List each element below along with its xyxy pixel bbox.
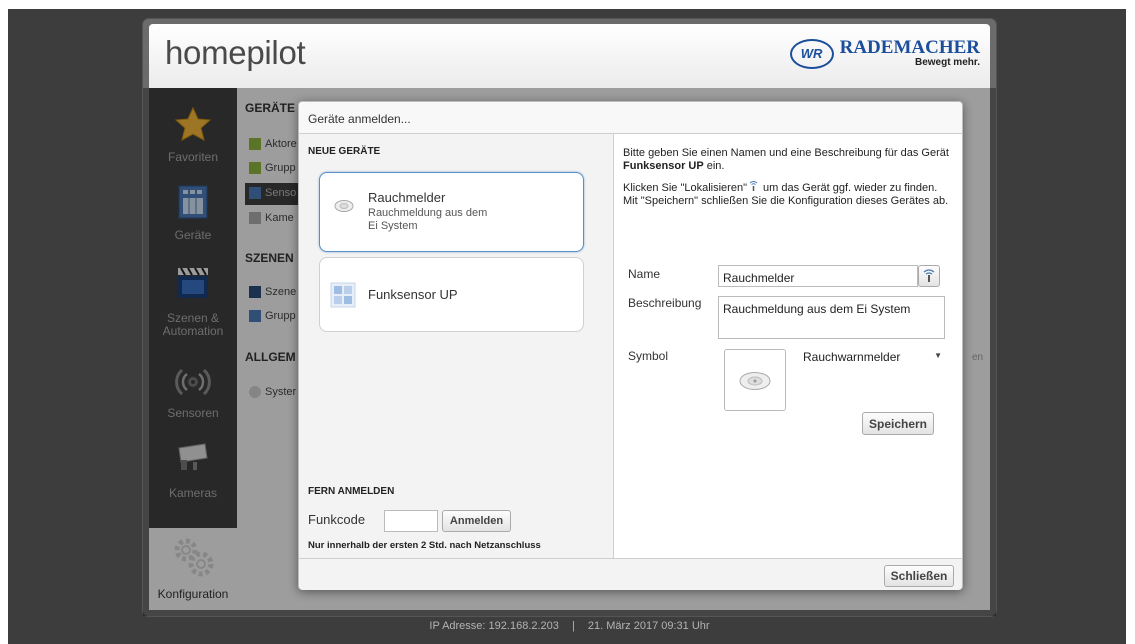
device-config-panel: Bitte geben Sie einen Namen und eine Bes…: [614, 134, 962, 558]
device-card-rauchmelder[interactable]: Rauchmelder Rauchmeldung aus dem Ei Syst…: [319, 172, 584, 252]
locate-button[interactable]: [918, 265, 940, 287]
smoke-detector-icon: [739, 372, 771, 390]
status-separator: |: [571, 620, 575, 632]
description-field[interactable]: Rauchmeldung aus dem Ei System: [718, 296, 945, 339]
ip-value: 192.168.2.203: [488, 620, 559, 632]
instruction-text-2: Klicken Sie "Lokalisieren" um das Gerät …: [623, 181, 949, 207]
app-header: homepilot WR RADEMACHER Bewegt mehr.: [149, 24, 990, 88]
chevron-down-icon: ▼: [934, 351, 942, 360]
rademacher-logo: WR RADEMACHER Bewegt mehr.: [789, 37, 980, 69]
status-bar: IP Adresse: 192.168.2.203 | 21. März 201…: [143, 620, 996, 636]
device-card-funksensor[interactable]: Funksensor UP: [319, 257, 584, 332]
device-title: Funksensor UP: [368, 287, 458, 302]
device-subtitle: Rauchmeldung aus dem: [368, 207, 488, 219]
ip-label: IP Adresse:: [429, 620, 486, 632]
locate-icon: [923, 269, 935, 282]
fern-anmelden-head: FERN ANMELDEN: [308, 486, 395, 497]
save-button[interactable]: Speichern: [862, 412, 934, 435]
symbol-label: Symbol: [628, 349, 669, 363]
radio-sensor-icon: [330, 282, 356, 308]
fern-note: Nur innerhalb der ersten 2 Std. nach Net…: [308, 540, 541, 551]
logo-slogan: Bewegt mehr.: [914, 57, 980, 68]
description-label: Beschreibung: [628, 296, 702, 310]
register-devices-dialog: Geräte anmelden... NEUE GERÄTE Rauchmeld…: [298, 101, 963, 590]
locate-icon: [749, 181, 758, 191]
name-label: Name: [628, 267, 661, 281]
device-title: Rauchmelder: [368, 190, 446, 205]
brand-title: homepilot: [165, 34, 306, 71]
symbol-select[interactable]: Rauchwarnmelder ▼: [799, 348, 947, 366]
logo-mark: WR: [789, 38, 834, 69]
device-subtitle: Ei System: [368, 220, 418, 232]
logo-name: RADEMACHER: [839, 37, 980, 58]
anmelden-button[interactable]: Anmelden: [442, 510, 511, 532]
funkcode-input[interactable]: [384, 510, 438, 532]
status-datetime: 21. März 2017 09:31 Uhr: [587, 620, 710, 632]
new-devices-panel: NEUE GERÄTE Rauchmelder Rauchmeldung aus…: [299, 134, 614, 558]
smoke-detector-icon: [334, 200, 354, 212]
funkcode-label: Funkcode: [308, 512, 366, 527]
instruction-text-1: Bitte geben Sie einen Namen und eine Bes…: [623, 147, 949, 172]
dialog-footer: Schließen: [299, 558, 962, 590]
new-devices-head: NEUE GERÄTE: [308, 146, 381, 157]
close-button[interactable]: Schließen: [884, 565, 954, 587]
symbol-preview[interactable]: [724, 349, 786, 411]
name-field[interactable]: Rauchmelder: [718, 265, 918, 287]
dialog-title: Geräte anmelden...: [299, 102, 962, 134]
